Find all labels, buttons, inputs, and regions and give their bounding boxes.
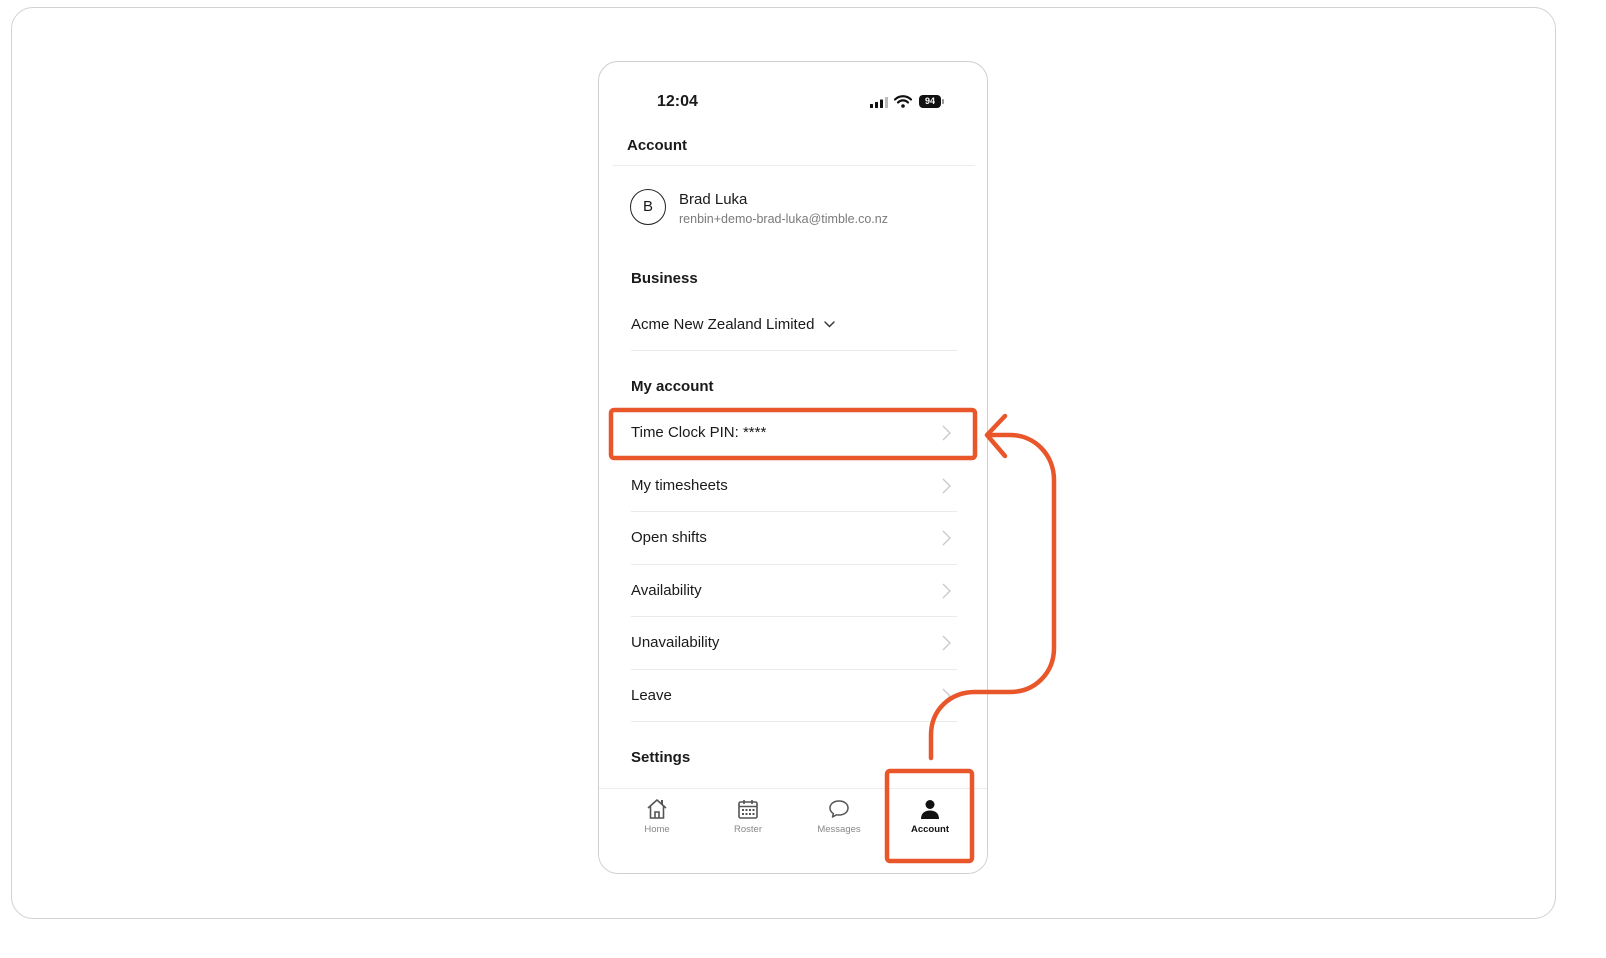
- status-bar: 12:04 94: [599, 62, 987, 122]
- settings-heading: Settings: [631, 749, 691, 766]
- tab-label: Messages: [817, 824, 861, 835]
- tab-account[interactable]: Account: [895, 797, 965, 847]
- menu-item-label: My timesheets: [631, 477, 728, 494]
- divider: [631, 669, 957, 670]
- user-name: Brad Luka: [679, 191, 748, 208]
- menu-item-label: Leave: [631, 687, 672, 704]
- chevron-right-icon: [942, 530, 951, 546]
- home-icon: [647, 799, 667, 819]
- user-email: renbin+demo-brad-luka@timble.co.nz: [679, 212, 888, 226]
- divider: [631, 350, 957, 351]
- menu-item-leave[interactable]: Leave: [631, 671, 957, 723]
- menu-item-label: Time Clock PIN: ****: [631, 424, 767, 441]
- divider: [631, 616, 957, 617]
- divider: [631, 564, 957, 565]
- wifi-icon: [894, 95, 912, 108]
- menu-item-label: Unavailability: [631, 634, 720, 651]
- person-icon: [921, 800, 939, 819]
- tab-messages[interactable]: Messages: [804, 797, 874, 847]
- battery-icon: 94: [919, 95, 941, 108]
- menu-item-open-shifts[interactable]: Open shifts: [631, 513, 957, 565]
- divider: [631, 459, 957, 460]
- chevron-down-icon: [824, 321, 836, 328]
- tab-bar: Home Roster Messages Account: [599, 788, 987, 873]
- page-title: Account: [627, 137, 687, 154]
- menu-item-label: Availability: [631, 582, 702, 599]
- chevron-right-icon: [942, 688, 951, 704]
- chevron-right-icon: [942, 583, 951, 599]
- menu-item-availability[interactable]: Availability: [631, 566, 957, 618]
- business-name: Acme New Zealand Limited: [631, 316, 815, 333]
- chat-bubble-icon: [829, 800, 849, 818]
- tab-label: Account: [911, 824, 949, 835]
- my-account-heading: My account: [631, 378, 714, 395]
- tab-label: Home: [644, 824, 670, 835]
- status-time: 12:04: [657, 93, 698, 110]
- avatar: B: [630, 189, 666, 225]
- signal-icon: [870, 97, 888, 108]
- chevron-right-icon: [942, 635, 951, 651]
- phone-screen: 12:04 94 Account B Brad Luka renbin+demo…: [598, 61, 988, 874]
- header-divider: [613, 165, 975, 166]
- battery-cap: [942, 99, 944, 104]
- calendar-icon: [738, 800, 758, 819]
- chevron-right-icon: [942, 478, 951, 494]
- tab-label: Roster: [734, 824, 762, 835]
- divider: [631, 721, 957, 722]
- menu-item-my-timesheets[interactable]: My timesheets: [631, 461, 957, 513]
- menu-item-time-clock-pin[interactable]: Time Clock PIN: ****: [631, 408, 957, 460]
- tab-roster[interactable]: Roster: [713, 797, 783, 847]
- menu-item-label: Open shifts: [631, 529, 707, 546]
- tab-home[interactable]: Home: [622, 797, 692, 847]
- business-selector[interactable]: Acme New Zealand Limited: [631, 316, 836, 333]
- menu-item-unavailability[interactable]: Unavailability: [631, 618, 957, 670]
- chevron-right-icon: [942, 425, 951, 441]
- divider: [631, 511, 957, 512]
- business-heading: Business: [631, 270, 698, 287]
